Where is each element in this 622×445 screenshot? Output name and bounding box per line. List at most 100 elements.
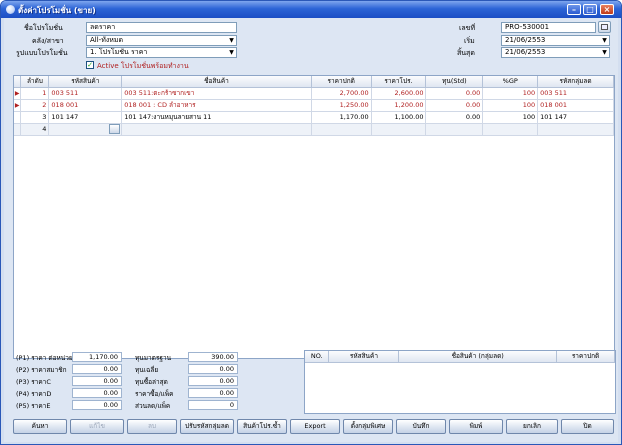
table-row-new[interactable]: 4 xyxy=(14,123,614,136)
doc-no-label: เลขที่ xyxy=(459,24,476,32)
save-button[interactable]: บันทึก xyxy=(396,419,446,434)
calendar-icon[interactable] xyxy=(598,21,611,33)
disc-pack-field: 0 xyxy=(188,400,238,410)
cell-code[interactable]: 003 511 xyxy=(48,87,123,100)
edit-button[interactable]: แก้ไข xyxy=(70,419,124,434)
cell-group[interactable]: 003 511 xyxy=(537,87,614,100)
p5-field: 0.00 xyxy=(72,400,122,410)
duplicate-promo-items-button[interactable]: สินค้าโปร.ซ้ำ xyxy=(237,419,287,434)
doc-no-field[interactable]: PRO-530001 xyxy=(501,22,596,33)
p4-field: 0.00 xyxy=(72,388,122,398)
cell-name[interactable]: 018 001 : CD ลำอาหาร xyxy=(121,99,312,112)
search-button[interactable]: ค้นหา xyxy=(13,419,67,434)
cell-seq[interactable]: 2 xyxy=(20,99,50,112)
grid-header-gp[interactable]: %GP xyxy=(482,76,539,88)
promo-type-select[interactable]: 1. โปรโมชั่น ราคา ▼ xyxy=(86,47,237,58)
grid-header-price[interactable]: ราคาปกติ xyxy=(311,76,372,88)
branch-select[interactable]: All-ทั้งหมด ▼ xyxy=(86,35,237,46)
grid-header-group[interactable]: รหัสกลุ่มลด xyxy=(537,76,614,88)
end-date-picker[interactable]: 21/06/2553 ▼ xyxy=(501,47,610,58)
cell-name[interactable]: 101 147:งานหมุนลายสาน 11 xyxy=(121,111,312,124)
subgrid-header-price[interactable]: ราคาปกติ xyxy=(556,351,615,363)
cell-group[interactable]: 018 001 xyxy=(537,99,614,112)
cell-gp[interactable] xyxy=(482,123,539,136)
active-checkbox[interactable]: ✓ xyxy=(86,61,94,69)
main-panel: ชื่อโปรโมชั่น ลดราคา คลัง/สาขา All-ทั้งห… xyxy=(4,18,618,442)
std-cost-field: 390.00 xyxy=(188,352,238,362)
subgrid-header-no[interactable]: NO. xyxy=(305,351,330,363)
export-button[interactable]: Export xyxy=(290,419,340,434)
cell-group[interactable] xyxy=(537,123,614,136)
cell-group[interactable]: 101 147 xyxy=(537,111,614,124)
cell-price[interactable]: 2,700.00 xyxy=(311,87,372,100)
cell-cost[interactable] xyxy=(425,123,484,136)
std-cost-label: ทุนมาตรฐาน xyxy=(135,354,172,362)
cell-promo-price[interactable]: 1,200.00 xyxy=(371,99,427,112)
grid-header-code[interactable]: รหัสสินค้า xyxy=(48,76,123,88)
cell-price[interactable] xyxy=(311,123,372,136)
minimize-button[interactable]: – xyxy=(567,4,581,15)
discount-group-grid[interactable]: NO. รหัสสินค้า ชื่อสินค้า (กลุ่มลด) ราคา… xyxy=(304,350,616,414)
title-bar: ตั้งค่าโปรโมชั่น (ขาย) – □ × xyxy=(1,1,621,18)
chevron-down-icon: ▼ xyxy=(229,37,234,44)
disc-pack-label: ส่วนลด/แพ็ค xyxy=(135,402,171,410)
close-window-button[interactable]: × xyxy=(600,4,614,15)
promo-name-field[interactable]: ลดราคา xyxy=(86,22,237,33)
subgrid-header-code[interactable]: รหัสสินค้า xyxy=(328,351,400,363)
app-icon xyxy=(6,5,15,14)
p1-label: (P1) ราคา ต่อหน่วย xyxy=(16,354,73,362)
grid-header-seq[interactable]: ลำดับ xyxy=(20,76,50,88)
print-button[interactable]: พิมพ์ xyxy=(449,419,503,434)
table-row[interactable]: 3 101 147 101 147:งานหมุนลายสาน 11 1,170… xyxy=(14,111,614,124)
end-date-label: สิ้นสุด xyxy=(457,49,475,57)
cell-name[interactable] xyxy=(121,123,312,136)
grid-header-row: ลำดับ รหัสสินค้า ชื่อสินค้า ราคาปกติ ราค… xyxy=(14,76,614,88)
branch-label: คลัง/สาขา xyxy=(32,37,64,45)
cell-price[interactable]: 1,170.00 xyxy=(311,111,372,124)
cell-code[interactable]: 101 147 xyxy=(48,111,123,124)
chevron-down-icon: ▼ xyxy=(602,49,607,56)
cell-cost[interactable]: 0.00 xyxy=(425,87,484,100)
cell-seq[interactable]: 4 xyxy=(20,123,50,136)
last-buy-label: ทุนซื้อล่าสุด xyxy=(135,378,168,386)
table-row[interactable]: ▶ 1 003 511 003 511:ตะกร้าซากเขา 2,700.0… xyxy=(14,87,614,100)
cell-seq[interactable]: 3 xyxy=(20,111,50,124)
cell-gp[interactable]: 100 xyxy=(482,111,539,124)
cell-gp[interactable]: 100 xyxy=(482,87,539,100)
adjust-group-code-button[interactable]: ปรับรหัสกลุ่มลด xyxy=(180,419,234,434)
cancel-button[interactable]: ยกเลิก xyxy=(506,419,558,434)
p2-label: (P2) ราคาสมาชิก xyxy=(16,366,67,374)
grid-header-promo-price[interactable]: ราคาโปร. xyxy=(371,76,427,88)
special-group-button[interactable]: ตั้งกลุ่มพิเศษ xyxy=(343,419,393,434)
cell-name[interactable]: 003 511:ตะกร้าซากเขา xyxy=(121,87,312,100)
maximize-button[interactable]: □ xyxy=(583,4,597,15)
p3-field: 0.00 xyxy=(72,376,122,386)
grid-header-name[interactable]: ชื่อสินค้า xyxy=(121,76,312,88)
grid-header-indicator xyxy=(14,76,22,88)
cell-gp[interactable]: 100 xyxy=(482,99,539,112)
cell-promo-price[interactable]: 2,600.00 xyxy=(371,87,427,100)
promo-items-table: ลำดับ รหัสสินค้า ชื่อสินค้า ราคาปกติ ราค… xyxy=(14,76,614,136)
avg-cost-field: 0.00 xyxy=(188,364,238,374)
grid-header-cost[interactable]: ทุน(Std) xyxy=(425,76,484,88)
buy-pack-field: 0.00 xyxy=(188,388,238,398)
cell-code[interactable]: 018 001 xyxy=(48,99,123,112)
cell-code[interactable] xyxy=(48,123,123,136)
lookup-icon[interactable] xyxy=(109,123,121,134)
cell-cost[interactable]: 0.00 xyxy=(425,111,484,124)
promotion-window: ตั้งค่าโปรโมชั่น (ขาย) – □ × ชื่อโปรโมชั… xyxy=(0,0,622,445)
row-indicator-icon: ▶ xyxy=(14,87,22,100)
delete-button[interactable]: ลบ xyxy=(127,419,177,434)
cell-cost[interactable]: 0.00 xyxy=(425,99,484,112)
cell-seq[interactable]: 1 xyxy=(20,87,50,100)
start-date-picker[interactable]: 21/06/2553 ▼ xyxy=(501,35,610,46)
row-indicator-icon xyxy=(14,111,22,124)
close-button[interactable]: ปิด xyxy=(561,419,614,434)
cell-promo-price[interactable]: 1,100.00 xyxy=(371,111,427,124)
table-row[interactable]: ▶ 2 018 001 018 001 : CD ลำอาหาร 1,250.0… xyxy=(14,99,614,112)
promo-items-grid[interactable]: ลำดับ รหัสสินค้า ชื่อสินค้า ราคาปกติ ราค… xyxy=(13,75,615,359)
chevron-down-icon: ▼ xyxy=(229,49,234,56)
cell-price[interactable]: 1,250.00 xyxy=(311,99,372,112)
cell-promo-price[interactable] xyxy=(371,123,427,136)
subgrid-header-name[interactable]: ชื่อสินค้า (กลุ่มลด) xyxy=(398,351,558,363)
